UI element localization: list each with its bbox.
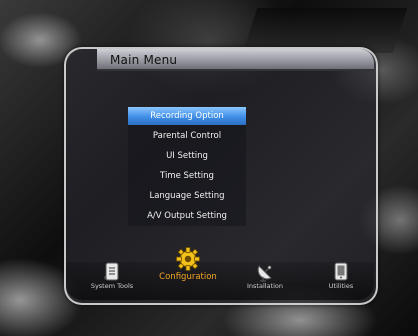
dock-label: Configuration <box>159 272 217 282</box>
menu-item-language-setting[interactable]: Language Setting <box>128 187 246 205</box>
document-icon <box>104 262 119 281</box>
menu-item-recording-option[interactable]: Recording Option <box>128 107 246 125</box>
window-title: Main Menu <box>110 53 178 67</box>
device-icon <box>334 262 348 281</box>
menu-item-time-setting[interactable]: Time Setting <box>128 167 246 185</box>
dock-label: System Tools <box>90 282 134 290</box>
dock-item-configuration[interactable]: Configuration <box>155 246 221 282</box>
dock-item-installation[interactable]: Installation <box>238 262 292 290</box>
menu-item-parental-control[interactable]: Parental Control <box>128 127 246 145</box>
dock-label: Utilities <box>328 282 354 290</box>
dock-label: Installation <box>246 282 283 290</box>
satellite-dish-icon <box>257 265 272 282</box>
menu-item-ui-setting[interactable]: UI Setting <box>128 147 246 165</box>
dock-item-utilities[interactable]: Utilities <box>318 262 364 290</box>
dock-item-system-tools[interactable]: System Tools <box>82 262 142 290</box>
menu-item-av-output-setting[interactable]: A/V Output Setting <box>128 207 246 225</box>
gear-icon <box>176 247 200 271</box>
